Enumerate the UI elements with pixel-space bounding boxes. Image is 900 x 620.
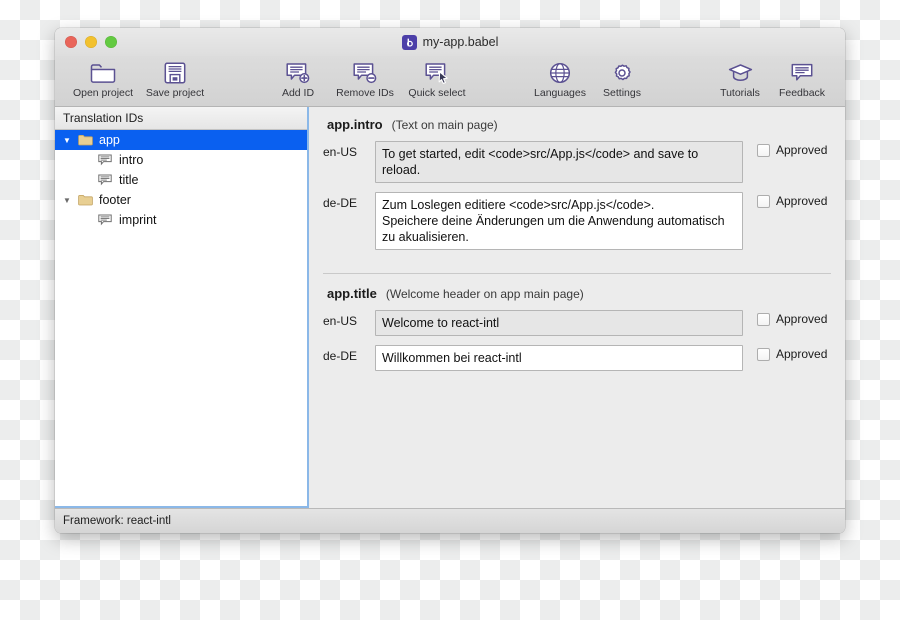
approved-checkbox-group[interactable]: Approved [757, 310, 827, 326]
translation-row: de-DE Willkommen bei react-intl Approved [323, 345, 831, 371]
open-project-button[interactable]: Open project [67, 58, 139, 99]
translation-row: en-US To get started, edit <code>src/App… [323, 141, 831, 183]
translation-input-en-US[interactable]: To get started, edit <code>src/App.js</c… [375, 141, 743, 183]
languages-button[interactable]: Languages [529, 58, 591, 99]
quick-select-button[interactable]: Quick select [401, 58, 473, 99]
tree-item-footer-imprint[interactable]: ▼ imprint [55, 210, 307, 230]
close-button[interactable] [65, 36, 77, 48]
disclosure-triangle-icon[interactable]: ▼ [59, 196, 75, 205]
toolbar-group-help: Tutorials Feedback [709, 58, 833, 99]
tree-item-footer[interactable]: ▼ footer [55, 190, 307, 210]
remove-ids-button[interactable]: Remove IDs [329, 58, 401, 99]
approved-checkbox-group[interactable]: Approved [757, 141, 827, 157]
quick-select-label: Quick select [408, 87, 466, 99]
tree-item-label: footer [99, 193, 131, 207]
translation-input-en-US[interactable]: Welcome to react-intl [375, 310, 743, 336]
message-minus-icon [352, 61, 378, 85]
approved-label: Approved [776, 194, 828, 208]
translation-group: app.title (Welcome header on app main pa… [323, 273, 831, 388]
add-id-button[interactable]: Add ID [267, 58, 329, 99]
message-plus-icon [285, 61, 311, 85]
group-header: app.title (Welcome header on app main pa… [323, 286, 831, 301]
tree-item-label: imprint [119, 213, 157, 227]
approved-label: Approved [776, 347, 828, 361]
approved-label: Approved [776, 143, 828, 157]
toolbar-group-config: Languages Settings [529, 58, 653, 99]
folder-icon [75, 134, 95, 146]
add-id-label: Add ID [281, 87, 315, 99]
message-cursor-icon [424, 61, 450, 85]
translation-detail-pane: app.intro (Text on main page) en-US To g… [309, 107, 845, 508]
save-project-button[interactable]: Save project [139, 58, 211, 99]
locale-label: de-DE [323, 196, 358, 210]
toolbar-group-file: Open project Save project [67, 58, 211, 99]
translation-id-tree[interactable]: ▼ app ▼ [55, 130, 307, 506]
folder-icon [90, 61, 116, 85]
approved-checkbox-group[interactable]: Approved [757, 192, 827, 208]
open-project-label: Open project [72, 87, 134, 99]
toolbar-group-ids: Add ID Remove IDs Quick select [267, 58, 473, 99]
traffic-lights [65, 36, 117, 48]
speech-bubble-icon [791, 61, 813, 85]
locale-label: en-US [323, 314, 358, 328]
tutorials-label: Tutorials [720, 87, 760, 99]
main-toolbar: Open project Save project Add ID Remove … [55, 56, 845, 107]
tree-item-app[interactable]: ▼ app [55, 130, 307, 150]
group-description: (Welcome header on app main page) [385, 287, 584, 301]
floppy-disk-icon [164, 61, 186, 85]
globe-icon [549, 61, 571, 85]
translation-ids-sidebar: Translation IDs ▼ app ▼ [55, 107, 309, 508]
settings-button[interactable]: Settings [591, 58, 653, 99]
maximize-button[interactable] [105, 36, 117, 48]
save-project-label: Save project [145, 87, 205, 99]
graduation-cap-icon [728, 61, 753, 85]
group-id: app.intro [327, 117, 383, 132]
translation-input-de-DE[interactable]: Zum Loslegen editiere <code>src/App.js</… [375, 192, 743, 250]
tutorials-button[interactable]: Tutorials [709, 58, 771, 99]
status-bar: Framework: react-intl [55, 508, 845, 533]
window-titlebar: my-app.babel [55, 28, 845, 56]
tree-item-label: title [119, 173, 139, 187]
translation-row: en-US Welcome to react-intl Approved [323, 310, 831, 336]
feedback-label: Feedback [778, 87, 826, 99]
message-icon [95, 174, 115, 186]
disclosure-triangle-icon[interactable]: ▼ [59, 136, 75, 145]
message-icon [95, 154, 115, 166]
approved-checkbox-group[interactable]: Approved [757, 345, 827, 361]
translation-row: de-DE Zum Loslegen editiere <code>src/Ap… [323, 192, 831, 250]
sidebar-header: Translation IDs [55, 107, 307, 130]
approved-checkbox[interactable] [757, 312, 770, 326]
group-description: (Text on main page) [391, 118, 498, 132]
languages-label: Languages [534, 87, 586, 99]
group-id: app.title [327, 286, 377, 301]
tree-item-label: app [99, 133, 120, 147]
translation-input-de-DE[interactable]: Willkommen bei react-intl [375, 345, 743, 371]
tree-item-label: intro [119, 153, 144, 167]
approved-label: Approved [776, 312, 828, 326]
tree-item-app-title[interactable]: ▼ title [55, 170, 307, 190]
feedback-button[interactable]: Feedback [771, 58, 833, 99]
app-window: my-app.babel Open project Save project A… [55, 28, 845, 533]
tree-item-app-intro[interactable]: ▼ intro [55, 150, 307, 170]
translation-group: app.intro (Text on main page) en-US To g… [323, 117, 831, 267]
window-title-group: my-app.babel [55, 34, 845, 50]
approved-checkbox[interactable] [757, 347, 770, 361]
window-content: Translation IDs ▼ app ▼ [55, 107, 845, 508]
minimize-button[interactable] [85, 36, 97, 48]
window-title: my-app.babel [422, 35, 499, 49]
settings-label: Settings [603, 87, 641, 99]
locale-label: en-US [323, 145, 358, 159]
approved-checkbox[interactable] [757, 143, 770, 157]
locale-label: de-DE [323, 349, 358, 363]
framework-status-text: Framework: react-intl [63, 515, 171, 527]
babel-app-icon [401, 34, 417, 50]
folder-icon [75, 194, 95, 206]
group-header: app.intro (Text on main page) [323, 117, 831, 132]
remove-ids-label: Remove IDs [336, 87, 394, 99]
message-icon [95, 214, 115, 226]
gear-icon [611, 61, 633, 85]
approved-checkbox[interactable] [757, 194, 770, 208]
